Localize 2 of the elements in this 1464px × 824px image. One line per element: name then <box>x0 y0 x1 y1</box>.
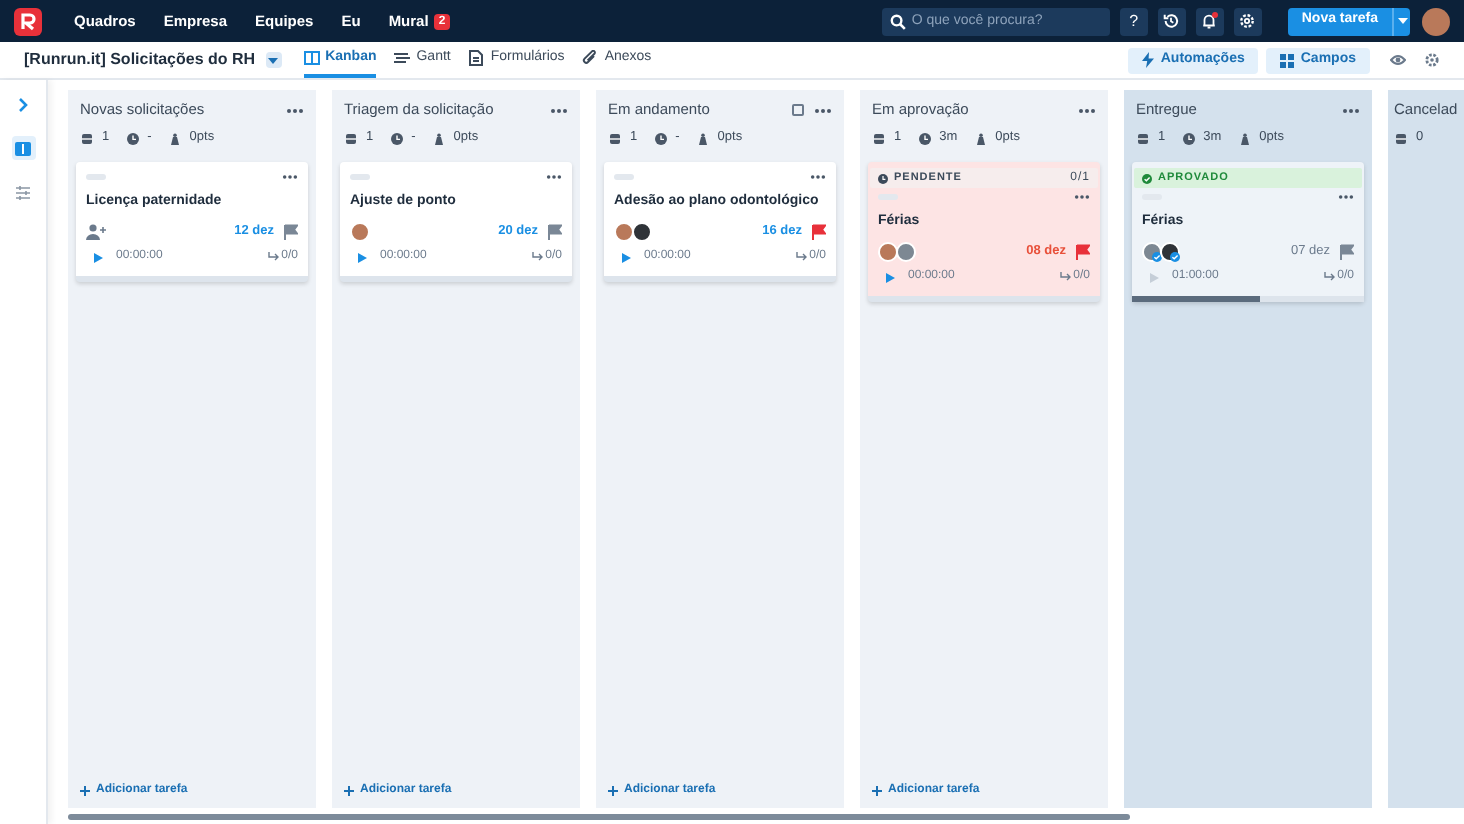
help-button[interactable]: ? <box>1119 7 1148 35</box>
board-title: [Runrun.it] Solicitações do RH <box>24 48 256 72</box>
